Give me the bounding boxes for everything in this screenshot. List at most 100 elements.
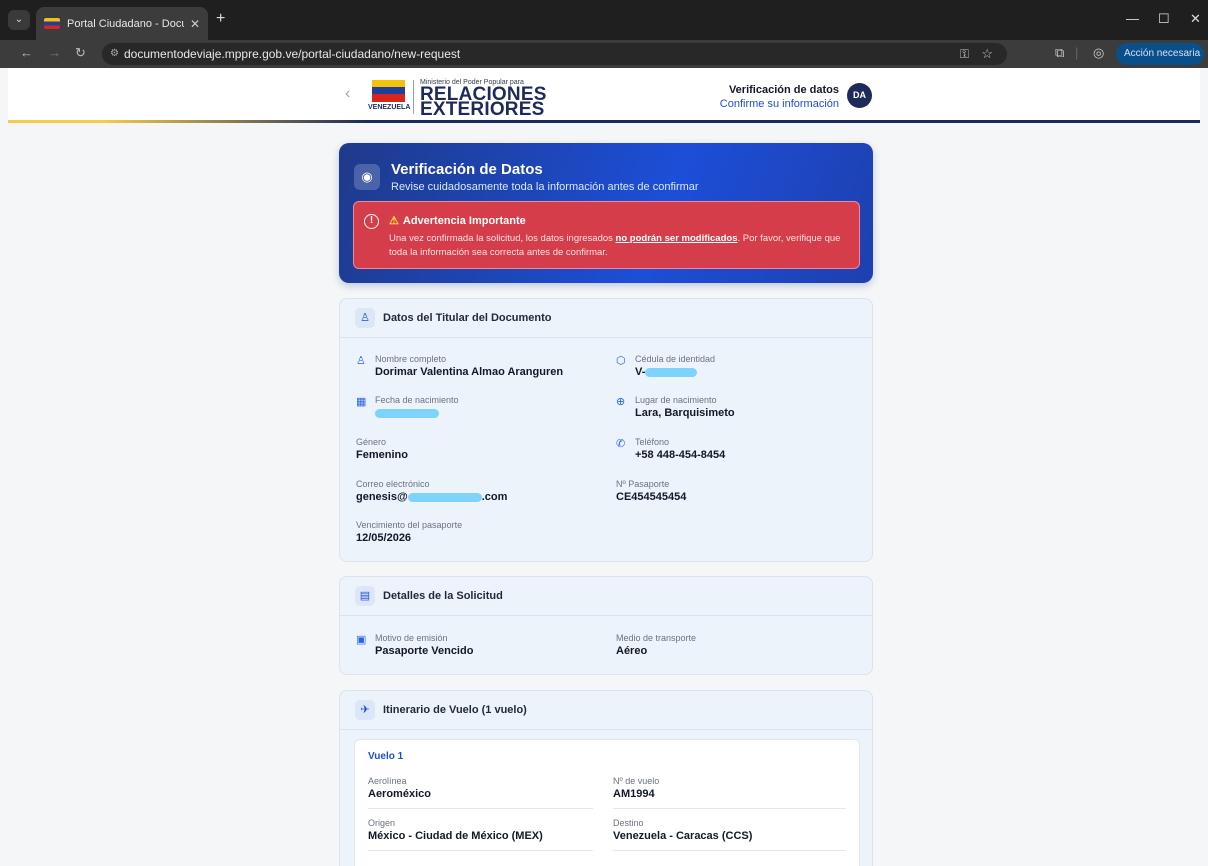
site-info-icon[interactable]: ⚙ <box>110 43 119 65</box>
airline-field: Aerolínea Aeroméxico <box>368 776 431 800</box>
forward-arrow-icon[interactable]: → <box>48 45 61 60</box>
id-card-value: V- <box>635 366 715 378</box>
passport-number-field: Nº Pasaporte CE454545454 <box>616 479 686 503</box>
redacted-blur <box>375 408 439 418</box>
divider <box>368 808 593 809</box>
request-details-card: ▤ Detalles de la Solicitud ▣ Motivo de e… <box>339 576 873 675</box>
transport-field: Medio de transporte Aéreo <box>616 633 696 657</box>
passport-number-value: CE454545454 <box>616 491 687 503</box>
divider <box>613 850 846 851</box>
new-tab-button[interactable]: + <box>216 10 225 28</box>
gender-field: Género Femenino <box>356 437 408 461</box>
id-prefix: V- <box>635 366 646 378</box>
origin-value: México - Ciudad de México (MEX) <box>368 830 543 842</box>
gender-label: Género <box>356 437 387 447</box>
id-card-field: ⬡ Cédula de identidad V- <box>616 354 716 378</box>
email-label: Correo electrónico <box>356 479 430 489</box>
profile-icon[interactable]: ◎ <box>1093 45 1104 61</box>
divider <box>613 808 846 809</box>
file-check-icon: ▣ <box>356 634 367 646</box>
flight-1-card: Vuelo 1 Aerolínea Aeroméxico Nº de vuelo… <box>354 739 860 866</box>
header-stripe <box>8 120 1200 123</box>
close-tab-icon[interactable]: ✕ <box>190 17 200 31</box>
header-subtitle: Confirme su información <box>719 98 839 110</box>
back-arrow-icon[interactable]: ← <box>20 45 33 60</box>
browser-toolbar: ← → ↻ ⚙ documentodeviaje.mppre.gob.ve/po… <box>0 40 1208 81</box>
reload-icon[interactable]: ↻ <box>75 45 86 61</box>
tab-search-button[interactable]: ⌄ <box>8 10 30 30</box>
bookmark-star-icon[interactable]: ☆ <box>981 43 993 65</box>
full-name-value: Dorimar Valentina Almao Aranguren <box>375 366 564 378</box>
eye-icon: ◉ <box>354 164 380 190</box>
browser-tab-bar: ⌄ Portal Ciudadano - Documento ✕ + — ☐ ✕ <box>0 0 1208 40</box>
email-field: Correo electrónico genesis@ .com <box>356 479 507 503</box>
user-avatar[interactable]: DA <box>847 83 872 108</box>
flight-number-value: AM1994 <box>613 788 655 800</box>
redacted-blur <box>645 367 698 377</box>
full-name-label: Nombre completo <box>375 354 447 364</box>
airline-label: Aerolínea <box>368 776 407 786</box>
transport-label: Medio de transporte <box>616 633 697 643</box>
transport-value: Aéreo <box>616 645 648 657</box>
reason-value: Pasaporte Vencido <box>375 645 474 657</box>
redacted-blur <box>407 492 482 502</box>
request-card-header: ▤ Detalles de la Solicitud <box>340 577 872 616</box>
action-required-button[interactable]: Acción necesaria ⋮ <box>1116 43 1204 81</box>
flight-number-label: Nº de vuelo <box>613 776 660 786</box>
holder-data-card: ♙ Datos del Titular del Documento ♙ Nomb… <box>339 298 873 562</box>
toolbar-divider: | <box>1075 45 1079 60</box>
back-chevron-icon[interactable]: ‹ <box>345 85 350 103</box>
destination-label: Destino <box>613 818 644 828</box>
reason-field: ▣ Motivo de emisión Pasaporte Vencido <box>356 633 474 657</box>
holder-section-title: Datos del Titular del Documento <box>383 312 552 324</box>
birth-place-value: Lara, Barquisimeto <box>635 407 735 419</box>
page-content: ‹ VENEZUELA Ministerio del Poder Popular… <box>8 68 1200 866</box>
passport-expiry-label: Vencimiento del pasaporte <box>356 520 463 530</box>
venezuela-flag-favicon-icon <box>44 18 60 29</box>
calendar-icon: ▦ <box>356 396 367 408</box>
id-card-label: Cédula de identidad <box>635 354 716 364</box>
maximize-icon[interactable]: ☐ <box>1158 11 1170 27</box>
logo-line-2: EXTERIORES <box>420 99 545 120</box>
hero-subtitle: Revise cuidadosamente toda la informació… <box>391 181 699 193</box>
logo-divider <box>413 80 414 114</box>
birth-place-field: ⊕ Lugar de nacimiento Lara, Barquisimeto <box>616 395 735 419</box>
url-text: documentodeviaje.mppre.gob.ve/portal-ciu… <box>124 47 461 61</box>
header-step-info: Verificación de datos Confirme su inform… <box>708 84 839 110</box>
passport-expiry-field: Vencimiento del pasaporte 12/05/2026 <box>356 520 462 544</box>
reason-label: Motivo de emisión <box>375 633 448 643</box>
email-suffix: .com <box>481 491 508 503</box>
flight-itinerary-card: ✈ Itinerario de Vuelo (1 vuelo) Vuelo 1 … <box>339 690 873 866</box>
origin-field: Origen México - Ciudad de México (MEX) <box>368 818 543 842</box>
warning-title: ⚠ Advertencia Importante <box>389 214 526 227</box>
password-key-icon[interactable]: ⚿ <box>960 43 969 65</box>
warning-text-pre: Una vez confirmada la solicitud, los dat… <box>389 233 616 244</box>
user-icon: ♙ <box>355 308 375 328</box>
divider <box>368 850 593 851</box>
itinerary-card-header: ✈ Itinerario de Vuelo (1 vuelo) <box>340 691 872 730</box>
browser-tab[interactable]: Portal Ciudadano - Documento ✕ <box>36 7 208 40</box>
phone-field: ✆ Teléfono +58 448-454-8454 <box>616 437 725 461</box>
gender-value: Femenino <box>356 449 408 461</box>
venezuela-flag-logo <box>372 80 405 102</box>
header-title: Verificación de datos <box>728 84 839 96</box>
destination-field: Destino Venezuela - Caracas (CCS) <box>613 818 752 842</box>
close-window-icon[interactable]: ✕ <box>1190 11 1201 27</box>
logo-title: RELACIONES EXTERIORES <box>420 85 547 120</box>
warning-title-text: Advertencia Importante <box>402 215 526 227</box>
destination-value: Venezuela - Caracas (CCS) <box>613 830 753 842</box>
warning-body: Una vez confirmada la solicitud, los dat… <box>389 232 854 260</box>
birth-place-label: Lugar de nacimiento <box>635 395 717 405</box>
holder-card-header: ♙ Datos del Titular del Documento <box>340 299 872 338</box>
logo-country-text: VENEZUELA <box>368 104 411 111</box>
airline-value: Aeroméxico <box>368 788 431 800</box>
extensions-icon[interactable]: ⧉ <box>1055 45 1064 61</box>
shield-icon: ⬡ <box>616 355 626 367</box>
birth-date-label: Fecha de nacimiento <box>375 395 459 405</box>
document-icon: ▤ <box>355 586 375 606</box>
phone-icon: ✆ <box>616 438 626 450</box>
tab-title: Portal Ciudadano - Documento <box>67 17 184 30</box>
address-bar[interactable]: ⚙ documentodeviaje.mppre.gob.ve/portal-c… <box>102 43 1007 65</box>
minimize-icon[interactable]: — <box>1126 11 1139 26</box>
email-value: genesis@ .com <box>356 491 507 503</box>
